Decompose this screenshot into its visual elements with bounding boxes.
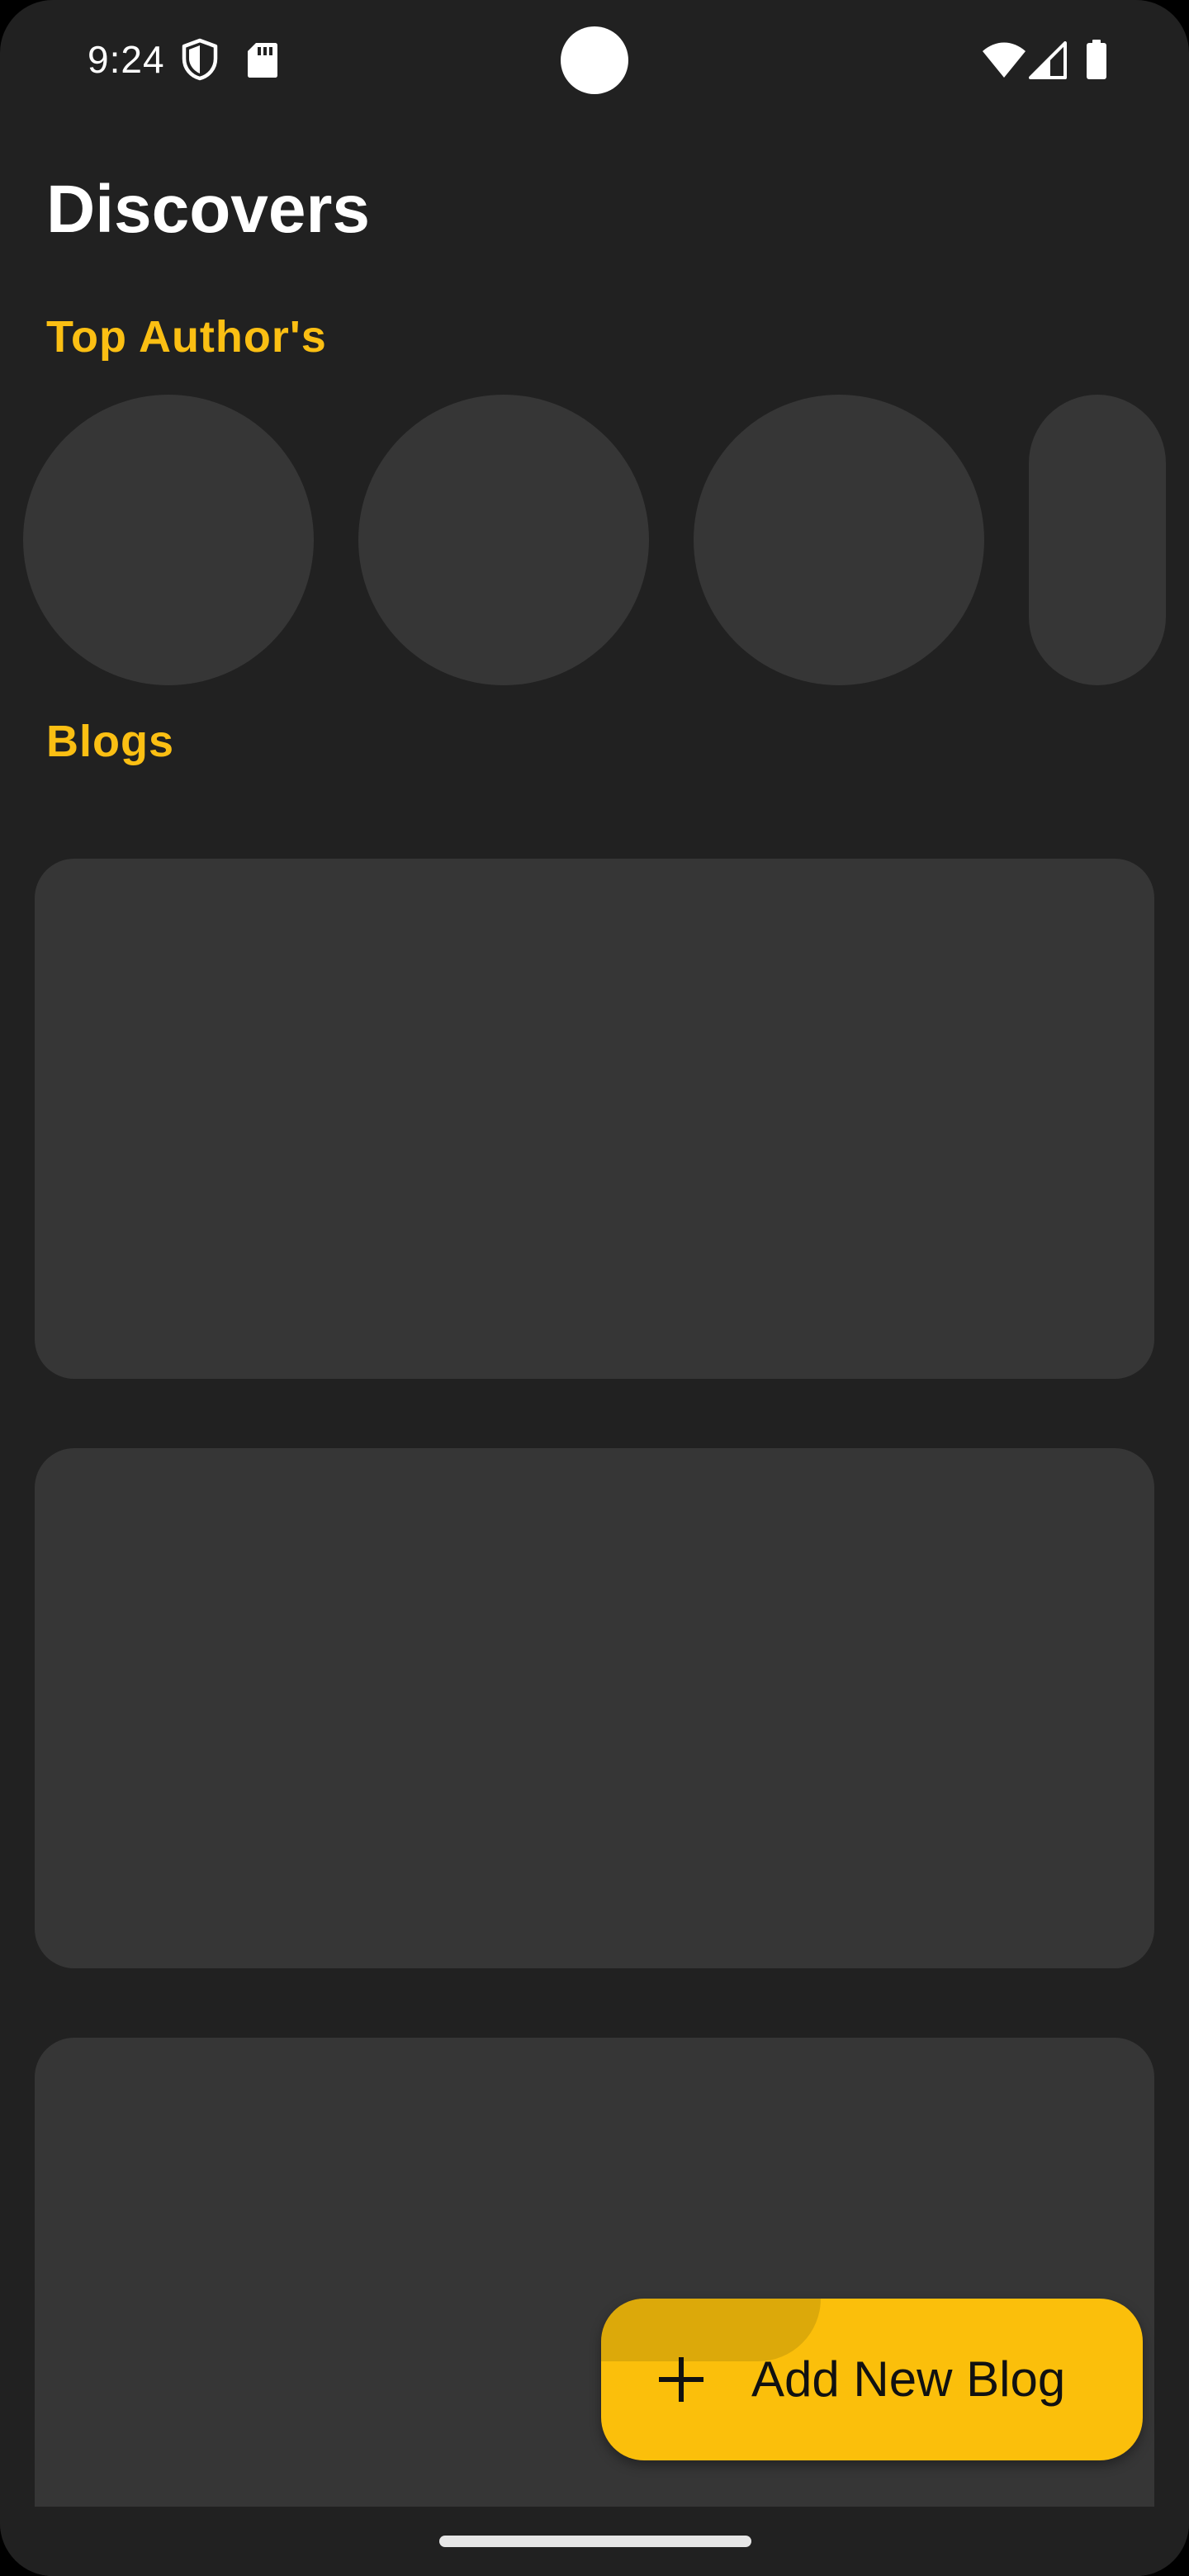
cellular-signal-icon bbox=[1029, 41, 1067, 79]
plus-icon bbox=[659, 2357, 703, 2402]
page-title: Discovers bbox=[46, 172, 371, 247]
front-camera bbox=[561, 26, 628, 94]
blog-card-placeholder[interactable] bbox=[35, 859, 1154, 1379]
app-screen: 9:24 Discovers Top Author's Blogs Add Ne… bbox=[0, 0, 1189, 2576]
top-authors-carousel[interactable] bbox=[0, 395, 1189, 685]
blogs-heading: Blogs bbox=[46, 717, 175, 766]
status-time: 9:24 bbox=[88, 38, 165, 81]
battery-icon bbox=[1087, 40, 1106, 79]
status-bar: 9:24 bbox=[0, 0, 1189, 124]
sd-card-icon bbox=[248, 43, 277, 78]
author-avatar-placeholder[interactable] bbox=[23, 395, 314, 685]
blog-card-placeholder[interactable] bbox=[35, 1448, 1154, 1968]
author-avatar-placeholder[interactable] bbox=[1029, 395, 1166, 685]
wifi-icon bbox=[983, 42, 1026, 78]
author-avatar-placeholder[interactable] bbox=[694, 395, 984, 685]
add-new-blog-label: Add New Blog bbox=[751, 2351, 1066, 2407]
top-authors-heading: Top Author's bbox=[46, 312, 327, 362]
author-avatar-placeholder[interactable] bbox=[358, 395, 649, 685]
shield-icon bbox=[182, 38, 218, 81]
home-indicator[interactable] bbox=[439, 2536, 751, 2547]
